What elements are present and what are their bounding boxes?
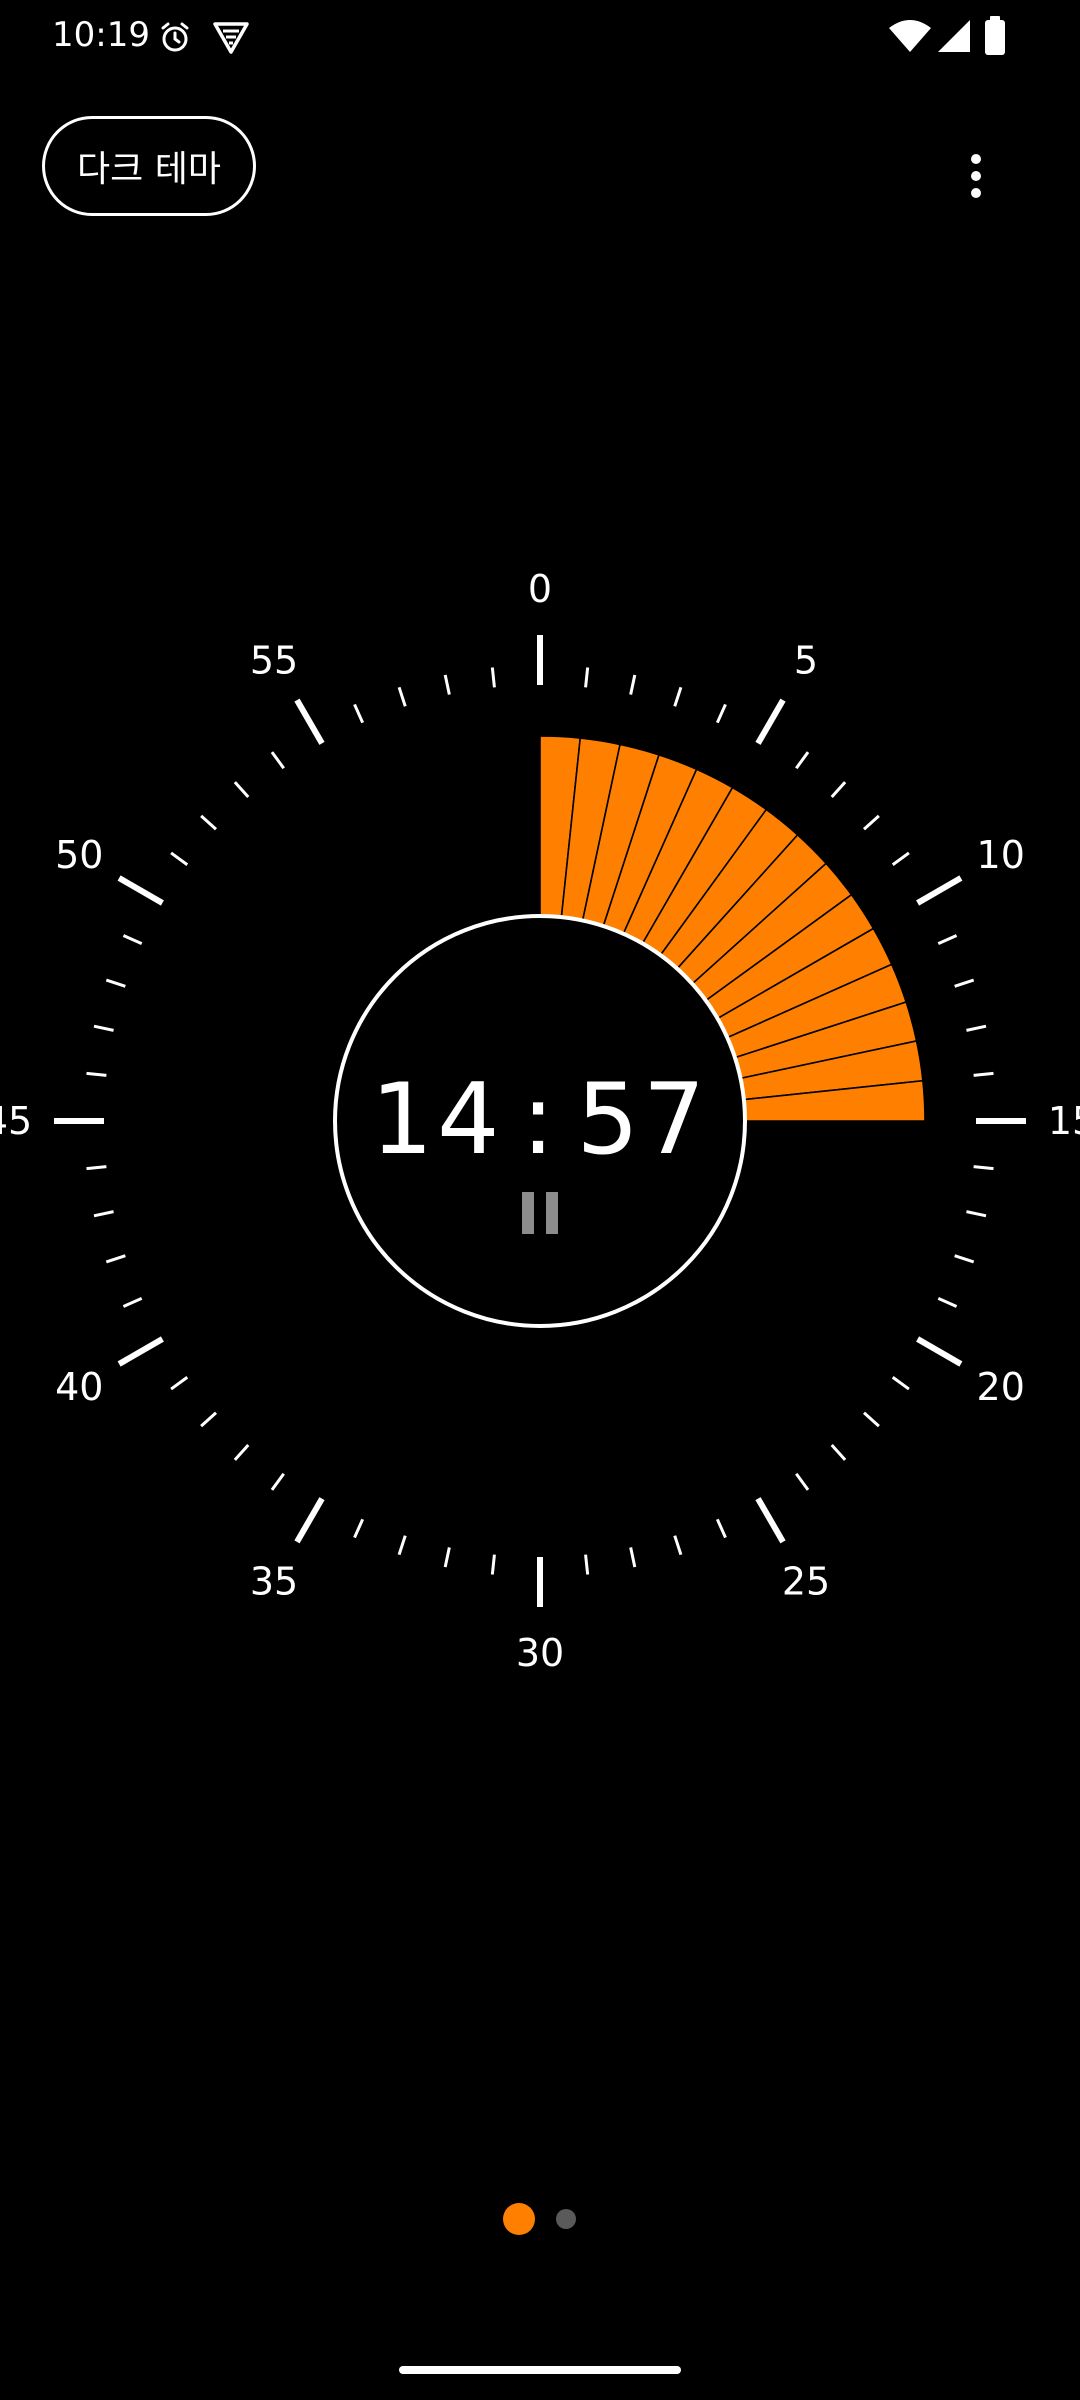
minor-tick [443, 674, 451, 695]
dial-label: 20 [977, 1365, 1025, 1409]
dial-label: 10 [977, 833, 1025, 877]
minor-tick [973, 1165, 994, 1171]
battery-icon [985, 16, 1005, 55]
minor-tick [954, 978, 975, 988]
major-tick [294, 1497, 325, 1544]
minor-tick [629, 1547, 637, 1568]
minor-tick [490, 1554, 496, 1575]
major-tick [916, 875, 963, 906]
minor-tick [122, 1296, 143, 1308]
minor-tick [937, 934, 958, 946]
minor-tick [270, 751, 285, 770]
minor-tick [397, 1535, 407, 1556]
minor-tick [233, 1444, 250, 1461]
vpn-icon [213, 22, 249, 54]
minor-tick [397, 686, 407, 707]
dial-label: 25 [782, 1560, 830, 1604]
minor-tick [795, 751, 810, 770]
page-indicator [500, 2200, 590, 2236]
dial-label: 5 [794, 638, 818, 682]
minor-tick [954, 1254, 975, 1264]
minor-tick [973, 1071, 994, 1077]
minor-tick [86, 1165, 107, 1171]
more-vertical-icon[interactable] [946, 146, 1006, 206]
signal-icon [938, 20, 970, 52]
wifi-icon [889, 20, 931, 52]
timer-app: 10:19 다크 테마 0 5 10 15 20 25 [0, 0, 1080, 2400]
minor-tick [937, 1296, 958, 1308]
major-tick [294, 698, 325, 745]
minor-tick [200, 814, 217, 831]
minor-tick [93, 1024, 114, 1032]
dial-label: 50 [55, 833, 103, 877]
minor-tick [105, 978, 126, 988]
minor-tick [715, 1518, 727, 1539]
minor-tick [86, 1071, 107, 1077]
status-bar: 10:19 [0, 0, 1080, 72]
minor-tick [93, 1210, 114, 1218]
status-time: 10:19 [52, 15, 150, 55]
minor-tick [105, 1254, 126, 1264]
minor-tick [200, 1411, 217, 1428]
minor-tick [629, 674, 637, 695]
minor-tick [584, 1554, 590, 1575]
minor-tick [863, 1411, 880, 1428]
major-tick [117, 1336, 164, 1367]
minor-tick [353, 703, 365, 724]
page-dot-active[interactable] [503, 2203, 535, 2235]
minor-tick [270, 1472, 285, 1491]
time-minutes: 14 [370, 1063, 504, 1177]
dial-label: 0 [528, 567, 552, 611]
minor-tick [443, 1547, 451, 1568]
dial-label: 30 [516, 1631, 564, 1675]
dark-theme-button[interactable]: 다크 테마 [42, 116, 256, 216]
dark-theme-button-label: 다크 테마 [77, 149, 221, 190]
alarm-icon [161, 22, 189, 52]
time-seconds: 57 [576, 1063, 710, 1177]
minor-tick [233, 781, 250, 798]
minor-tick [673, 1535, 683, 1556]
minor-tick [170, 1376, 189, 1391]
major-tick [755, 698, 786, 745]
major-tick [117, 875, 164, 906]
dial-label: 35 [250, 1560, 298, 1604]
major-tick [916, 1336, 963, 1367]
time-remaining-display: 14 : 57 [340, 1060, 740, 1180]
dial-label: 40 [55, 1365, 103, 1409]
major-tick [755, 1497, 786, 1544]
minor-tick [584, 667, 590, 688]
minor-tick [891, 851, 910, 866]
minor-tick [830, 781, 847, 798]
minor-tick [673, 686, 683, 707]
time-separator: : [521, 1063, 559, 1177]
minor-tick [830, 1444, 847, 1461]
minor-tick [795, 1472, 810, 1491]
minor-tick [170, 851, 189, 866]
pause-icon[interactable] [510, 1180, 570, 1242]
minor-tick [966, 1210, 987, 1218]
dial-label: 55 [250, 638, 298, 682]
minor-tick [863, 814, 880, 831]
dial-label: 45 [0, 1099, 32, 1143]
dial-label: 15 [1048, 1099, 1080, 1143]
home-indicator[interactable] [399, 2366, 681, 2374]
minor-tick [353, 1518, 365, 1539]
minor-tick [715, 703, 727, 724]
minor-tick [490, 667, 496, 688]
minor-tick [966, 1024, 987, 1032]
minor-tick [122, 934, 143, 946]
page-dot[interactable] [556, 2209, 576, 2229]
minor-tick [891, 1376, 910, 1391]
